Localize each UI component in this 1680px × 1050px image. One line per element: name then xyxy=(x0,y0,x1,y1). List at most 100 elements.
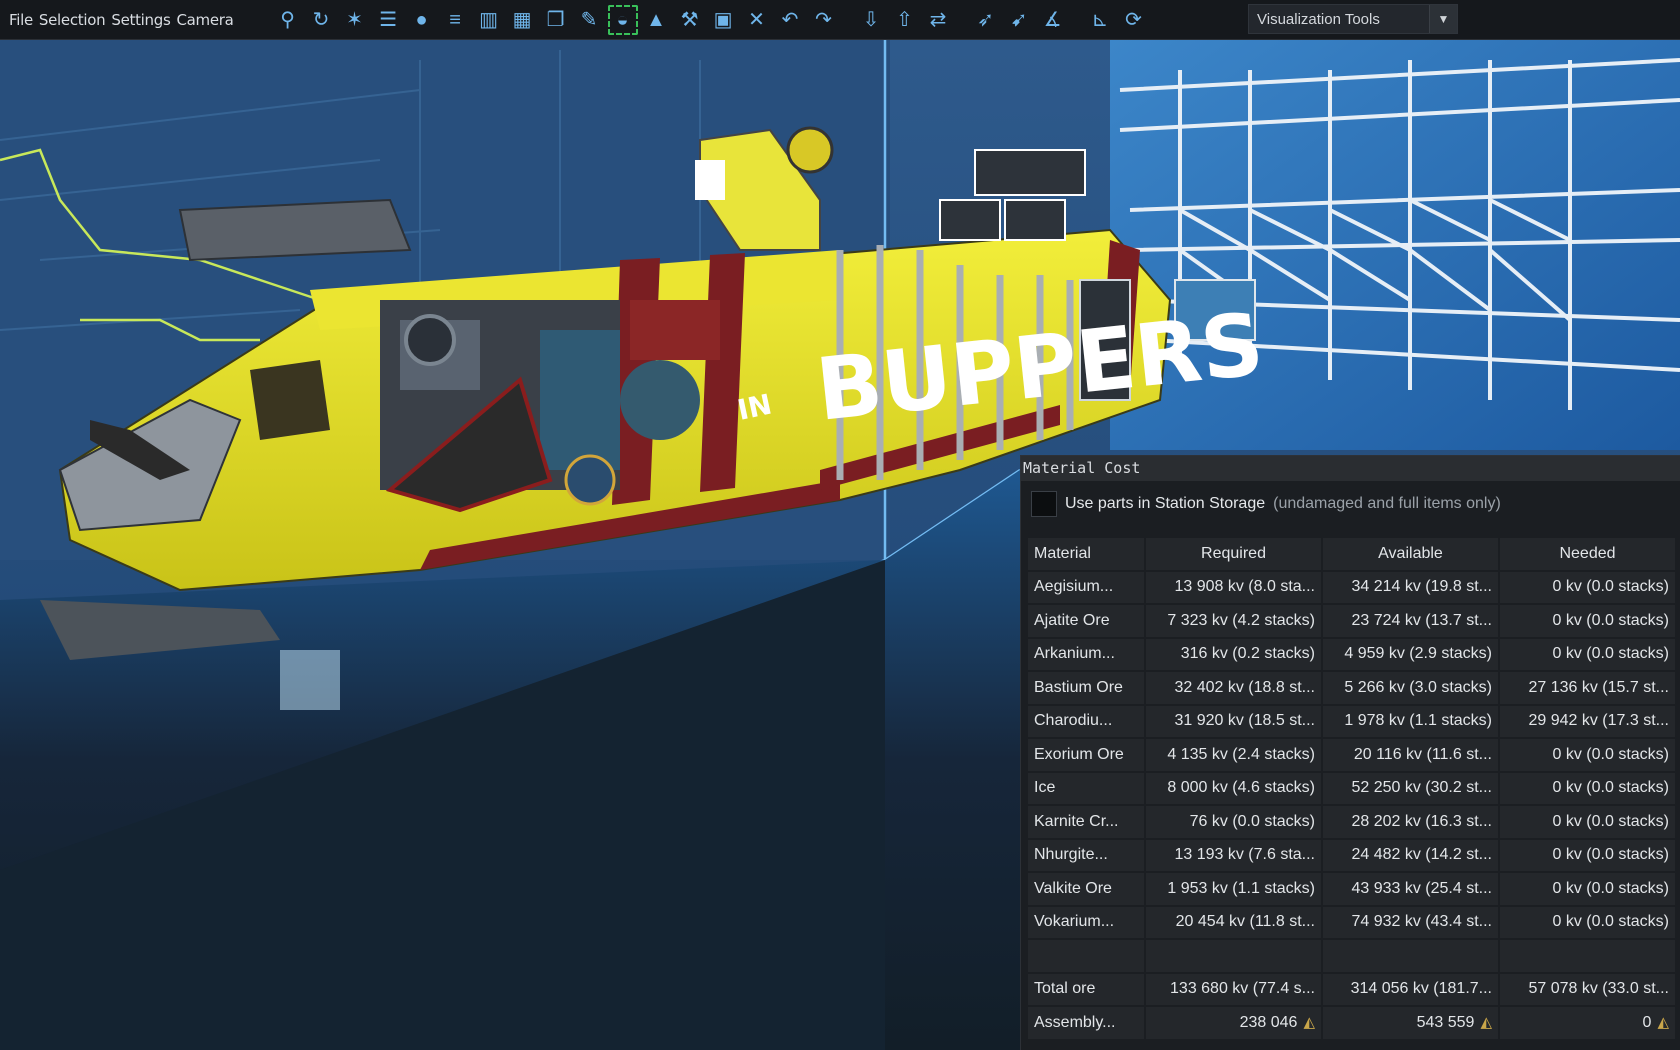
menu-selection[interactable]: Selection xyxy=(36,11,108,29)
copy-icon[interactable]: ❐ xyxy=(541,5,571,35)
cell-required-text: 133 680 kv (77.4 s... xyxy=(1170,980,1315,998)
cell-needed: 0 kv (0.0 stacks) xyxy=(1500,906,1675,938)
cell-material-text: Exorium Ore xyxy=(1034,745,1124,763)
cell-available-text: 5 266 kv (3.0 stacks) xyxy=(1344,678,1492,696)
cell-material: Total ore xyxy=(1028,973,1144,1005)
cell-material-text: Karnite Cr... xyxy=(1034,812,1119,830)
cell-required: 1 953 kv (1.1 stacks) xyxy=(1146,873,1321,905)
cell-material: Nhurgite... xyxy=(1028,839,1144,871)
cell-material-text: Charodiu... xyxy=(1034,712,1113,730)
cell-material-text: Aegisium... xyxy=(1034,578,1114,596)
assembly-points-icon: ◭ xyxy=(1303,1014,1315,1032)
cell-needed-text: 0 kv (0.0 stacks) xyxy=(1552,645,1669,663)
sphere-icon[interactable]: ● xyxy=(407,5,437,35)
cell-available: 314 056 kv (181.7... xyxy=(1323,973,1498,1005)
undo-icon[interactable]: ↶ xyxy=(775,5,805,35)
column-header-available[interactable]: Available xyxy=(1323,538,1498,570)
table-row: Charodiu... 31 920 kv (18.5 st... 1 978 kv… xyxy=(1028,705,1675,737)
cell-available: 20 116 kv (11.6 st... xyxy=(1323,739,1498,771)
cell-material-text: Ajatite Ore xyxy=(1034,611,1110,629)
table-row: Ajatite Ore 7 323 kv (4.2 stacks) 23 724 k… xyxy=(1028,605,1675,637)
bar-chart-icon[interactable]: ▥ xyxy=(474,5,504,35)
cell-needed-text: 29 942 kv (17.3 st... xyxy=(1528,712,1669,730)
table-header-row: Material Required Available Needed xyxy=(1028,538,1675,570)
cell-available: 34 214 kv (19.8 st... xyxy=(1323,571,1498,603)
rotate-view-icon[interactable]: ↻ xyxy=(306,5,336,35)
cell-material: Exorium Ore xyxy=(1028,739,1144,771)
save-icon[interactable]: ▣ xyxy=(708,5,738,35)
cell-material-text: Total ore xyxy=(1034,980,1096,998)
table-row: Valkite Ore 1 953 kv (1.1 stacks) 43 933 k… xyxy=(1028,873,1675,905)
cell-material: Assembly... xyxy=(1028,1007,1144,1039)
view-icon[interactable]: ⚲ xyxy=(273,5,303,35)
paint-icon[interactable]: ✎ xyxy=(574,5,604,35)
redo-icon[interactable]: ↷ xyxy=(809,5,839,35)
refresh-icon[interactable]: ⟳ xyxy=(1119,5,1149,35)
table-row: Ice 8 000 kv (4.6 stacks) 52 250 kv (30.2 … xyxy=(1028,772,1675,804)
transfer-icon[interactable]: ⇄ xyxy=(923,5,953,35)
cell-material: Bastium Ore xyxy=(1028,672,1144,704)
cell-material: Aegisium... xyxy=(1028,571,1144,603)
cell-material: Charodiu... xyxy=(1028,705,1144,737)
table-row: Arkanium... 316 kv (0.2 stacks) 4 959 kv (… xyxy=(1028,638,1675,670)
cell-material: Valkite Ore xyxy=(1028,873,1144,905)
cell-needed-text: 0 kv (0.0 stacks) xyxy=(1552,812,1669,830)
table-row-assembly: Assembly... 238 046 ◭ 543 559 ◭ 0 ◭ xyxy=(1028,1007,1675,1039)
cell-needed: 0 ◭ xyxy=(1500,1007,1675,1039)
menu-settings[interactable]: Settings xyxy=(108,11,173,29)
cell-available: 24 482 kv (14.2 st... xyxy=(1323,839,1498,871)
station-storage-option[interactable]: Use parts in Station Storage (undamaged … xyxy=(1021,481,1680,527)
toolbar-icons: ⚲ ↻ ✶ ☰ ● ≡ ▥ ▦ ❐ ✎ ◒ ▲ ⚒ ▣ ✕ ↶ ↷ ⇩ ⇧ ⇄ ➶ ➹ ∡ ⊾ ⟳ xyxy=(273,0,1153,40)
weight-icon[interactable]: ◒ xyxy=(607,4,638,35)
cell-required-text: 20 454 kv (11.8 st... xyxy=(1175,913,1315,931)
station-storage-checkbox[interactable] xyxy=(1031,491,1057,517)
brush-icon[interactable]: ➹ xyxy=(1004,5,1034,35)
wrench-icon[interactable]: ⚒ xyxy=(675,5,705,35)
cell-required: 20 454 kv (11.8 st... xyxy=(1146,906,1321,938)
cell-available: 74 932 kv (43.4 st... xyxy=(1323,906,1498,938)
tools-icon[interactable]: ✶ xyxy=(340,5,370,35)
cell-available-text: 20 116 kv (11.6 st... xyxy=(1353,745,1492,763)
lock-icon[interactable]: ▲ xyxy=(641,5,671,35)
cell-needed: 0 kv (0.0 stacks) xyxy=(1500,839,1675,871)
column-header-required[interactable]: Required xyxy=(1146,538,1321,570)
cell-needed-text: 0 xyxy=(1642,1014,1652,1032)
visualization-tools-dropdown[interactable]: Visualization Tools ▼ xyxy=(1248,4,1458,34)
cell-required-text: 1 953 kv (1.1 stacks) xyxy=(1167,879,1315,897)
export-icon[interactable]: ⇧ xyxy=(890,5,920,35)
angle-icon[interactable]: ∡ xyxy=(1038,5,1068,35)
cell-available: 28 202 kv (16.3 st... xyxy=(1323,806,1498,838)
grid-select-icon[interactable]: ▦ xyxy=(507,5,537,35)
cell-material-text: Nhurgite... xyxy=(1034,846,1108,864)
list-icon[interactable]: ☰ xyxy=(373,5,403,35)
menu-camera[interactable]: Camera xyxy=(173,11,236,29)
menu-file[interactable]: File xyxy=(6,11,36,29)
cell-available: 23 724 kv (13.7 st... xyxy=(1323,605,1498,637)
cell-material: Ice xyxy=(1028,772,1144,804)
material-cost-table: Material Required Available Needed Aegis… xyxy=(1026,536,1677,1041)
column-header-material[interactable]: Material xyxy=(1028,538,1144,570)
assembly-points-icon: ◭ xyxy=(1480,1014,1492,1032)
cell-available: 5 266 kv (3.0 stacks) xyxy=(1323,672,1498,704)
cell-needed-text: 0 kv (0.0 stacks) xyxy=(1552,846,1669,864)
cell-needed-text: 0 kv (0.0 stacks) xyxy=(1552,745,1669,763)
panel-title: Material Cost xyxy=(1021,456,1680,481)
cell-material-text: Assembly... xyxy=(1034,1013,1116,1031)
cell-required-text: 7 323 kv (4.2 stacks) xyxy=(1167,611,1315,629)
pin-icon[interactable]: ➶ xyxy=(971,5,1001,35)
cell-needed-text: 27 136 kv (15.7 st... xyxy=(1528,678,1669,696)
cell-needed: 0 kv (0.0 stacks) xyxy=(1500,772,1675,804)
cell-required-text: 316 kv (0.2 stacks) xyxy=(1180,645,1315,663)
cell-available xyxy=(1323,940,1498,972)
delete-icon[interactable]: ✕ xyxy=(742,5,772,35)
chevron-down-icon[interactable]: ▼ xyxy=(1429,5,1457,33)
cell-required: 7 323 kv (4.2 stacks) xyxy=(1146,605,1321,637)
axis-icon[interactable]: ⊾ xyxy=(1085,5,1115,35)
column-header-needed[interactable]: Needed xyxy=(1500,538,1675,570)
cell-required-text: 13 193 kv (7.6 sta... xyxy=(1174,846,1315,864)
cell-material: Vokarium... xyxy=(1028,906,1144,938)
cell-available-text: 314 056 kv (181.7... xyxy=(1350,980,1492,998)
table-row-empty xyxy=(1028,940,1675,972)
import-icon[interactable]: ⇩ xyxy=(856,5,886,35)
layers-icon[interactable]: ≡ xyxy=(440,5,470,35)
